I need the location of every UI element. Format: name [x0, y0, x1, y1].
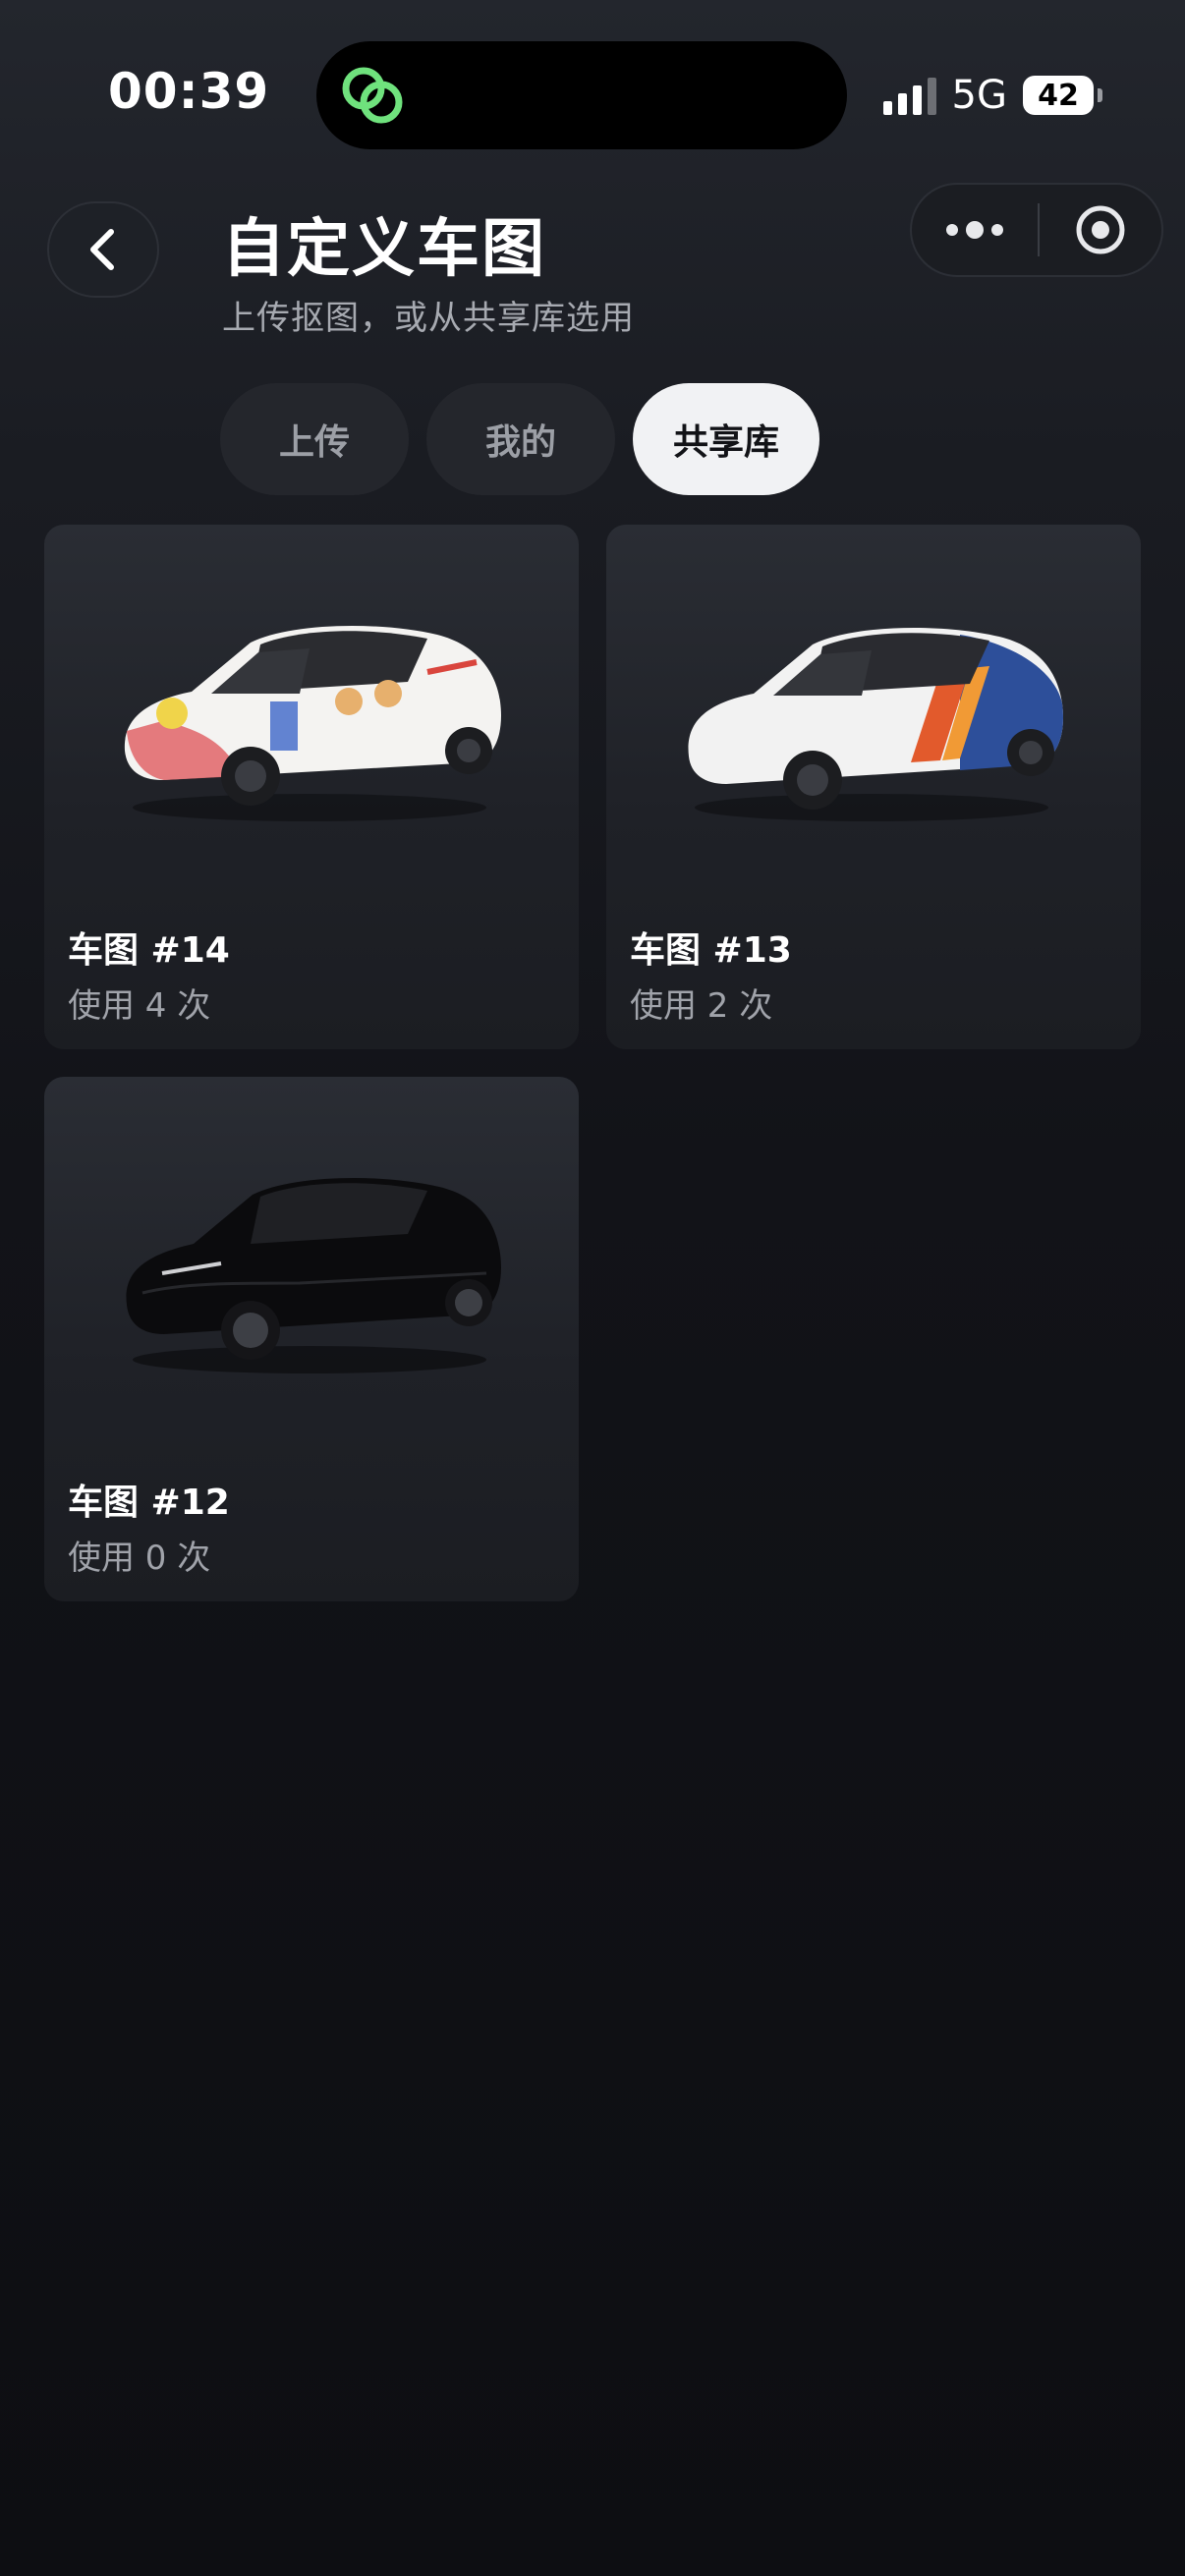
- screen: 00:39 5G 42 自定义车图 上传抠图，或从共享库选用 上传 我的 共享库…: [0, 0, 1185, 2576]
- tab-upload[interactable]: 上传: [220, 383, 409, 495]
- status-indicators: 5G 42: [882, 73, 1102, 118]
- more-dots-icon: [946, 224, 958, 236]
- status-time: 00:39: [108, 63, 270, 120]
- card-title: 车图 #12: [68, 1483, 230, 1523]
- network-type: 5G: [951, 73, 1007, 118]
- dynamic-island: [316, 41, 847, 149]
- page-subtitle: 上传抠图，或从共享库选用: [222, 299, 635, 338]
- target-circle-icon: [1076, 205, 1125, 254]
- card-title: 车图 #13: [630, 930, 792, 971]
- more-button[interactable]: [912, 185, 1038, 275]
- link-rings-icon: [342, 67, 403, 124]
- miniprogram-capsule: [910, 183, 1163, 277]
- battery-level: 42: [1023, 76, 1094, 115]
- card-usage-count: 使用 0 次: [68, 1539, 211, 1578]
- card-title: 车图 #14: [68, 930, 230, 971]
- back-button[interactable]: [47, 201, 159, 298]
- car-white-stripe-icon: [688, 627, 1063, 821]
- car-black-icon: [126, 1177, 502, 1373]
- tab-shared-library[interactable]: 共享库: [633, 383, 819, 495]
- car-doodle-wrap-icon: [124, 625, 501, 821]
- car-image-card[interactable]: 车图 #14 使用 4 次: [44, 525, 579, 1049]
- signal-icon: [882, 76, 936, 115]
- chevron-left-icon: [90, 229, 114, 270]
- tab-mine[interactable]: 我的: [426, 383, 615, 495]
- source-tabs: 上传 我的 共享库: [220, 383, 819, 495]
- car-image-card[interactable]: 车图 #13 使用 2 次: [606, 525, 1141, 1049]
- battery-icon: 42: [1023, 76, 1102, 115]
- page-title: 自定义车图: [222, 213, 546, 286]
- close-miniprogram-button[interactable]: [1040, 185, 1161, 275]
- card-usage-count: 使用 4 次: [68, 986, 211, 1026]
- card-usage-count: 使用 2 次: [630, 986, 773, 1026]
- car-image-card[interactable]: 车图 #12 使用 0 次: [44, 1077, 579, 1601]
